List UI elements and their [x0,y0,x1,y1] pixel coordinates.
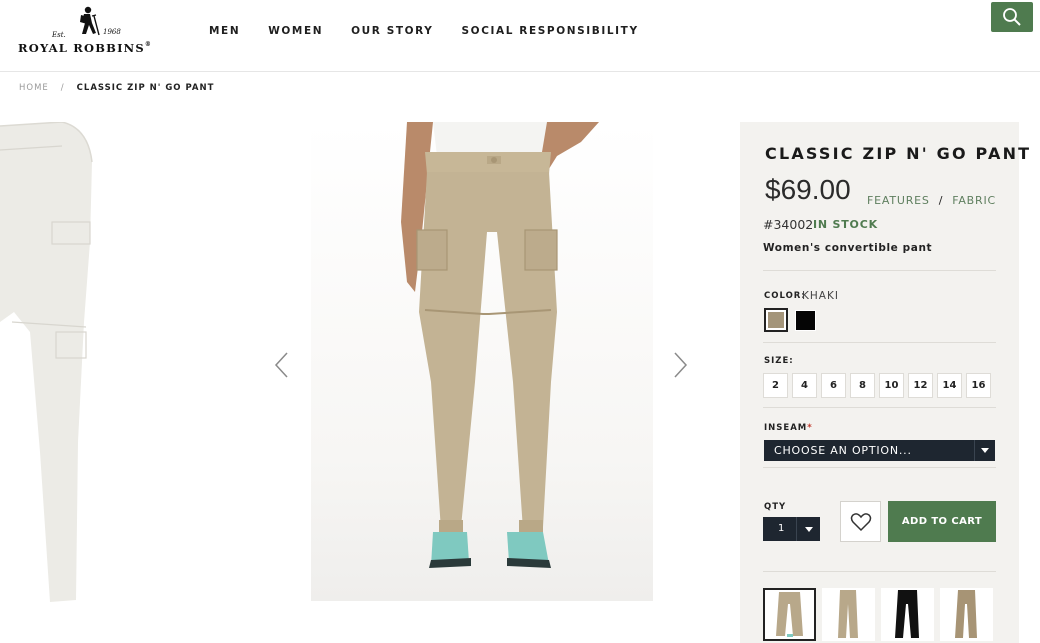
product-description: Women's convertible pant [763,242,933,254]
divider [763,270,996,271]
gallery-prev-button[interactable] [272,350,292,380]
product-info-panel: CLASSIC ZIP N' GO PANT $69.00 FEATURES /… [740,122,1029,643]
stock-status: IN STOCK [813,218,878,231]
nav-item-social-responsibility[interactable]: SOCIAL RESPONSIBILITY [462,25,639,37]
size-option-10[interactable]: 10 [879,373,904,398]
khaki-pant-image [401,122,599,568]
thumbnail-khaki-front[interactable] [763,588,816,641]
product-price: $69.00 [765,174,851,205]
features-link[interactable]: FEATURES [867,194,930,207]
add-to-cart-button[interactable]: ADD TO CART [888,501,996,542]
color-label: COLOR: [764,291,806,301]
gallery-next-button[interactable] [670,350,690,380]
inseam-select[interactable]: CHOOSE AN OPTION... [764,440,995,461]
size-option-16[interactable]: 16 [966,373,991,398]
logo-registered-mark: ® [144,41,153,48]
thumbnail-strip [763,588,999,641]
required-marker: * [807,423,813,433]
thumbnail-black-front[interactable] [881,588,934,641]
search-icon [1003,8,1021,26]
size-options: 2 4 6 8 10 12 14 16 [763,373,995,398]
caret-down-icon [796,517,820,541]
gallery-prev-image[interactable] [0,122,100,602]
divider [763,342,996,343]
chevron-right-icon [674,352,688,378]
divider [763,571,996,572]
inseam-label-text: INSEAM [764,423,808,433]
size-option-14[interactable]: 14 [937,373,962,398]
wishlist-button[interactable] [840,501,881,542]
breadcrumb-current: CLASSIC ZIP N' GO PANT [76,83,215,93]
heart-icon [850,512,871,531]
product-sku: #34002 [763,217,814,232]
thumbnail-image [955,590,977,638]
quantity-select[interactable]: 1 [763,517,820,541]
thumbnail-image [895,590,919,638]
hiker-logo-icon [80,6,100,36]
main-nav: MEN WOMEN OUR STORY SOCIAL RESPONSIBILIT… [209,25,667,37]
size-option-6[interactable]: 6 [821,373,846,398]
fabric-link[interactable]: FABRIC [952,194,996,207]
main-product-image[interactable] [311,122,653,601]
swatch-fill [768,312,784,328]
nav-item-men[interactable]: MEN [209,25,240,37]
chevron-left-icon [274,352,288,378]
breadcrumb-separator: / [60,83,65,93]
color-value: KHAKI [802,290,839,302]
breadcrumb: HOME / CLASSIC ZIP N' GO PANT [19,83,214,93]
inseam-label: INSEAM* [764,423,813,433]
breadcrumb-home[interactable]: HOME [19,83,49,93]
brand-logo[interactable]: Est. 1968 ROYAL ROBBINS® [18,4,158,56]
logo-year-text: 1968 [103,28,121,36]
inseam-select-value: CHOOSE AN OPTION... [774,444,912,457]
logo-est-text: Est. [52,31,66,39]
size-option-12[interactable]: 12 [908,373,933,398]
links-separator: / [938,194,944,207]
color-swatch-khaki[interactable] [764,308,788,332]
logo-wordmark: ROYAL ROBBINS® [18,41,158,55]
color-swatch-black[interactable] [795,310,816,331]
size-option-2[interactable]: 2 [763,373,788,398]
thumbnail-khaki-side[interactable] [822,588,875,641]
nav-item-women[interactable]: WOMEN [268,25,323,37]
quantity-value: 1 [778,523,785,534]
size-option-4[interactable]: 4 [792,373,817,398]
white-pant-image [0,122,93,602]
qty-label: QTY [764,502,787,512]
size-option-8[interactable]: 8 [850,373,875,398]
product-section-links: FEATURES / FABRIC [867,194,996,207]
caret-down-icon [974,440,995,461]
product-title: CLASSIC ZIP N' GO PANT [765,144,1032,163]
logo-name-text: ROYAL ROBBINS [18,41,145,55]
thumbnail-khaki-back[interactable] [940,588,993,641]
divider [763,467,996,468]
thumbnail-image [838,590,858,638]
search-button[interactable] [991,2,1033,32]
site-header: Est. 1968 ROYAL ROBBINS® MEN WOMEN OUR S… [0,0,1040,72]
size-label: SIZE: [764,356,794,366]
divider [763,407,996,408]
nav-item-our-story[interactable]: OUR STORY [351,25,433,37]
thumbnail-image [776,592,803,637]
